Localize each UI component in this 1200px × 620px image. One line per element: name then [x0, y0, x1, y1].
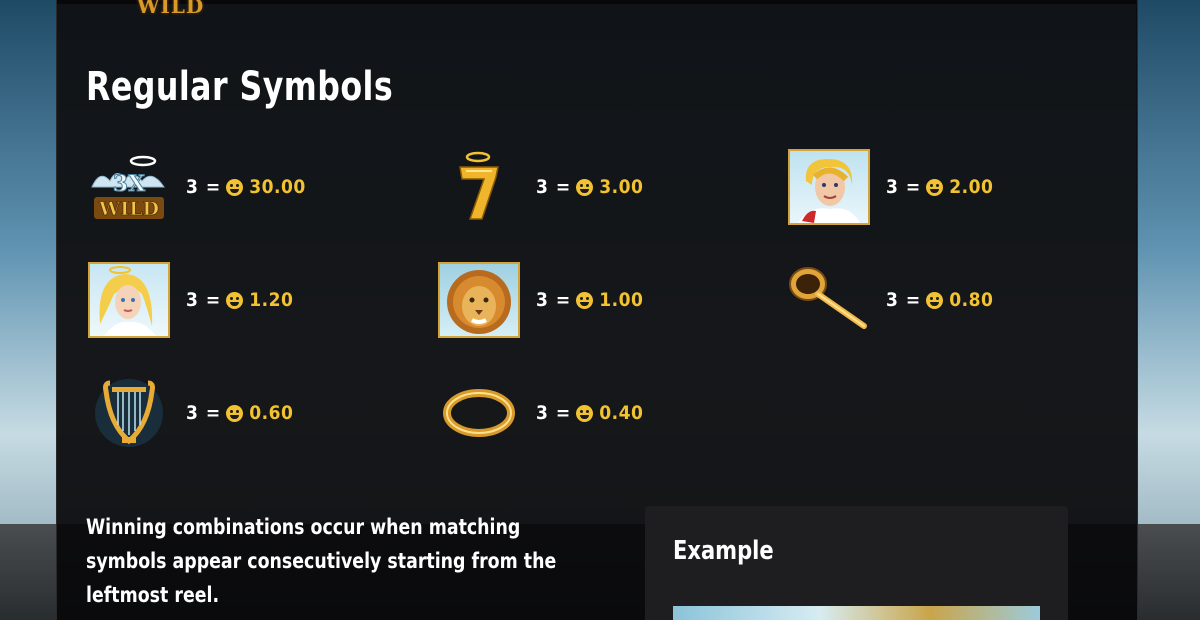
- symbol-row-angel-man: 3 = 2.00: [786, 147, 993, 227]
- section-title: Regular Symbols: [86, 64, 394, 110]
- example-image: [673, 606, 1040, 620]
- svg-text:3X: 3X: [113, 171, 146, 197]
- payout: 3 = 0.40: [536, 402, 644, 424]
- payout: 3 = 2.00: [886, 176, 994, 198]
- payout: 3 = 3.00: [536, 176, 644, 198]
- coin-icon: [226, 291, 244, 309]
- coin-icon: [226, 404, 244, 422]
- paytable-panel[interactable]: WILD Regular Symbols 3X WILD 3 = 30.00 3…: [56, 0, 1138, 620]
- wild-logo-partial: WILD: [137, 0, 205, 18]
- coin-icon: [576, 178, 594, 196]
- halo-ring-icon: [436, 373, 522, 453]
- svg-text:WILD: WILD: [98, 198, 159, 220]
- seven-halo-icon: [436, 147, 522, 227]
- example-box: Example: [645, 506, 1068, 620]
- harp-icon: [86, 373, 172, 453]
- symbol-row-halo-ring: 3 = 0.40: [436, 373, 643, 453]
- coin-icon: [926, 178, 944, 196]
- coin-icon: [926, 291, 944, 309]
- 3x-wild-icon: 3X WILD: [86, 147, 172, 227]
- payout: 3 = 0.80: [886, 289, 994, 311]
- payout: 3 = 1.20: [186, 289, 294, 311]
- lion-icon: [436, 260, 522, 340]
- payout: 3 = 0.60: [186, 402, 294, 424]
- symbol-row-angel-woman: 3 = 1.20: [86, 260, 293, 340]
- winning-rules-text: Winning combinations occur when matching…: [86, 515, 557, 607]
- coin-icon: [576, 291, 594, 309]
- trumpet-icon: [786, 260, 872, 340]
- angel-man-icon: [786, 147, 872, 227]
- coin-icon: [576, 404, 594, 422]
- payout: 3 = 30.00: [186, 176, 306, 198]
- coin-icon: [226, 178, 244, 196]
- symbol-row-seven: 3 = 3.00: [436, 147, 643, 227]
- payout: 3 = 1.00: [536, 289, 644, 311]
- example-title: Example: [673, 536, 774, 566]
- angel-woman-icon: [86, 260, 172, 340]
- symbol-row-trumpet: 3 = 0.80: [786, 260, 993, 340]
- symbol-row-harp: 3 = 0.60: [86, 373, 293, 453]
- symbol-row-3x-wild: 3X WILD 3 = 30.00: [86, 147, 306, 227]
- symbol-row-lion: 3 = 1.00: [436, 260, 643, 340]
